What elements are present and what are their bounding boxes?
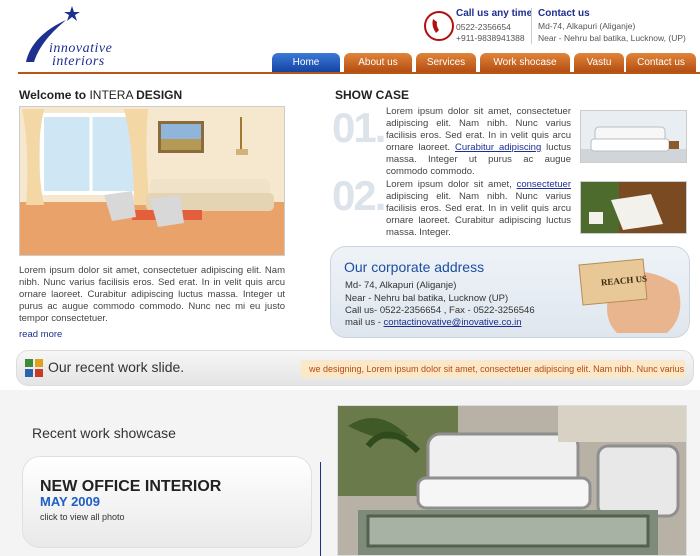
address-mail-line: mail us - contactinovative@inovative.co.… [345,317,522,328]
nav-home[interactable]: Home [272,53,340,72]
contact-address-line2: Near - Nehru bal batika, Lucknow, (UP) [538,33,686,43]
ticker-text: we designing, Lorem ipsum dolor sit amet… [309,364,685,374]
corporate-address-title: Our corporate address [344,259,485,275]
address-mail-label: mail us - [345,317,384,328]
showcase-number-2: 02. [332,172,386,219]
welcome-title-brand: INTERA [86,88,137,102]
gallery-icon [25,359,43,377]
showcase-text-2: Lorem ipsum dolor sit amet, consectetuer… [386,179,571,239]
read-more-link[interactable]: read more [19,329,62,340]
recent-work-slide-title: Our recent work slide. [48,359,185,375]
welcome-title-bold: Welcome to [19,88,87,102]
view-all-photos-link[interactable]: click to view all photo [40,512,125,522]
showcase-text-1: Lorem ipsum dolor sit amet, consectetuer… [386,106,571,178]
nav-underline [18,72,700,74]
nav-vastu[interactable]: Vastu [574,53,624,72]
address-line-3: Call us- 0522-2356654 , Fax - 0522-32565… [345,305,535,316]
showcase-text-2a: Lorem ipsum dolor sit amet, [386,179,517,190]
address-mail-link[interactable]: contactinovative@inovative.co.in [384,317,522,328]
logo[interactable]: innovative interiors [22,4,142,70]
nav-contact-us[interactable]: Contact us [626,53,696,72]
contact-address-line1: Md-74, Alkapuri (Aliganje) [538,21,636,31]
address-line-1: Md- 74, Alkapuri (Aliganje) [345,280,457,291]
address-line-2: Near - Nehru bal batika, Lucknow (UP) [345,293,509,304]
call-title: Call us any time [456,8,533,19]
nav-work-showcase[interactable]: Work shocase [480,53,570,72]
welcome-text: Lorem ipsum dolor sit amet, consectetuer… [19,265,285,324]
news-ticker[interactable]: we designing, Lorem ipsum dolor sit amet… [301,360,685,378]
recent-showcase-title: Recent work showcase [32,425,176,441]
showcase-link-1[interactable]: Curabitur adipiscing [455,142,541,153]
welcome-title: Welcome to INTERA DESIGN [19,88,182,102]
showcase-image-chairs[interactable] [580,181,687,234]
header: innovative interiors Call us any time 05… [0,0,700,74]
welcome-title-bold2: DESIGN [136,88,183,102]
nav-services[interactable]: Services [416,53,476,72]
showcase-link-2[interactable]: consectetuer [517,179,571,190]
section-divider [320,462,321,556]
call-phone-1: 0522-2356654 [456,22,511,32]
nav-about-us[interactable]: About us [344,53,412,72]
contact-title: Contact us [538,8,590,19]
showcase-number-1: 01. [332,104,386,151]
project-date: MAY 2009 [40,494,100,509]
showcase-text-2b: adipiscing elit. Nam nibh. Nunc varius f… [386,191,571,238]
logo-text-line2: interiors [52,54,105,69]
showcase-title: SHOW CASE [335,88,410,102]
recent-work-photo[interactable] [337,405,687,556]
reach-us-card[interactable]: REACH US [577,255,689,335]
phone-icon [424,11,454,41]
showcase-image-sofa[interactable] [580,110,687,163]
call-phone-2: +911-9838941388 [456,33,525,43]
header-divider [531,8,532,44]
living-room-image [19,106,285,256]
